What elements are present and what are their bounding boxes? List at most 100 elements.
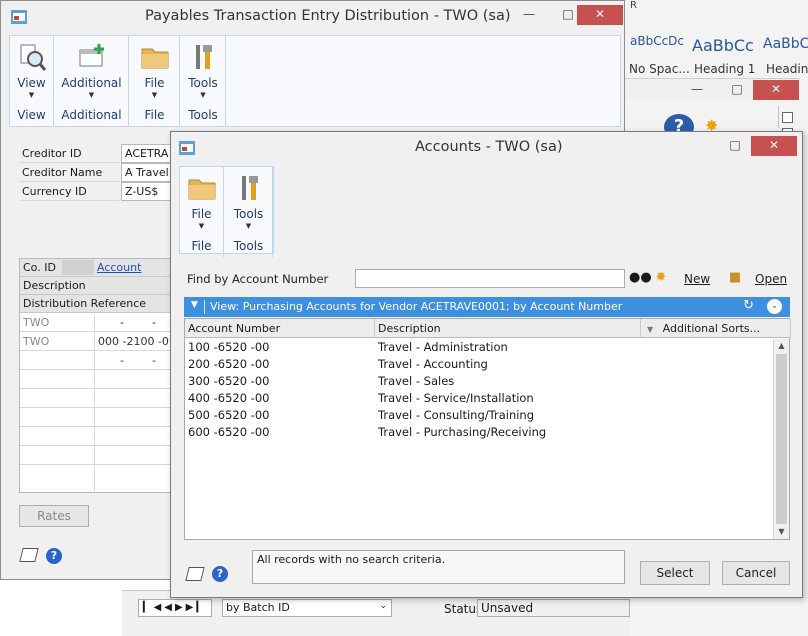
bg-minimize-icon[interactable]: — [683,80,711,100]
status-value: Unsaved [477,599,630,617]
distribution-reference-header: Distribution Reference [20,295,170,313]
divider [778,106,779,128]
scroll-down-icon[interactable]: ▼ [774,525,789,539]
ribbon-group-additional[interactable]: Additional ▼ Additional [55,36,129,126]
list-item[interactable]: 600 -6520 -00 Travel - Purchasing/Receivi… [185,425,775,442]
new-button[interactable]: New [684,272,710,286]
chevron-down-icon: ▼ [88,91,95,99]
list-scrollbar[interactable]: ▲ ▼ [773,339,789,539]
find-input[interactable] [355,269,625,288]
close-icon[interactable]: ✕ [577,5,623,25]
batch-sort-dropdown[interactable]: by Batch ID ⌄ [222,599,392,617]
folder-icon [141,48,168,69]
note-icon[interactable] [185,567,205,581]
record-navigation[interactable]: ▎◀◀▶▶▎ [138,599,212,617]
open-folder-icon[interactable]: ■ [727,270,743,286]
table-row[interactable]: - - [20,351,170,370]
table-row[interactable] [20,370,170,389]
list-item[interactable]: 100 -6520 -00 Travel - Administration [185,340,775,357]
column-account-number[interactable]: Account Number [185,319,375,338]
list-item[interactable]: 200 -6520 -00 Travel - Accounting [185,357,775,374]
ribbon-tools-label: Tools [233,207,264,221]
row-account: - - [120,316,156,329]
creditor-name-label: Creditor Name [19,163,119,182]
find-by-label: Find by Account Number [187,272,329,286]
view-bar[interactable]: ▼ View: Purchasing Accounts for Vendor A… [184,297,790,317]
divider [204,300,205,314]
account-link[interactable]: Account [97,261,141,274]
distribution-grid: Co. ID Account Description Distribution … [19,258,171,493]
checkbox-icon[interactable] [782,112,793,123]
collapse-icon[interactable]: ⌄ [767,299,782,314]
folder-icon [188,179,215,200]
ribbon-file-label: File [191,207,212,221]
add-window-icon [79,44,104,67]
accounts-ribbon: File ▼ File Tools ▼ Tools [179,166,274,257]
row-account: 000 -2100 -0 [98,335,169,348]
tools-icon [196,45,212,69]
new-document-icon[interactable]: ✸ [653,270,669,286]
style-preview-no-spacing[interactable]: aBbCcDc [630,34,684,48]
style-label-heading1: Heading 1 [694,62,756,76]
ribbon-group-file[interactable]: File ▼ File [180,167,224,257]
bg-close-icon[interactable]: ✕ [753,80,799,100]
note-icon[interactable] [19,548,39,562]
list-item[interactable]: 300 -6520 -00 Travel - Sales [185,374,775,391]
minimize-icon[interactable]: — [515,5,543,25]
chevron-down-icon: ▼ [198,222,205,230]
rates-button[interactable]: Rates [19,505,89,527]
row-description: Travel - Administration [378,340,508,354]
batch-sort-value: by Batch ID [226,601,290,614]
binoculars-icon[interactable]: ●● [629,270,652,286]
creditor-id-field[interactable]: ACETRA [121,144,176,163]
column-description[interactable]: Description [375,319,641,338]
currency-id-field[interactable]: Z-US$ [121,182,176,201]
bg-maximize-icon[interactable]: □ [723,80,751,100]
select-button[interactable]: Select [640,561,710,585]
maximize-icon[interactable]: □ [721,136,749,156]
accounts-titlebar: Accounts - TWO (sa) □ ✕ [171,132,802,164]
help-icon[interactable]: ? [46,548,62,564]
cancel-button[interactable]: Cancel [722,561,790,585]
ribbon-additional-caption: Additional [61,108,122,122]
accounts-title: Accounts - TWO (sa) [415,139,563,155]
close-icon[interactable]: ✕ [751,136,797,156]
table-row[interactable] [20,389,170,408]
ribbon-additional-label: Additional [61,76,122,90]
chevron-down-icon: ▼ [245,222,252,230]
lookup-icon[interactable] [62,260,94,275]
scroll-up-icon[interactable]: ▲ [774,339,789,353]
table-row[interactable] [20,427,170,446]
ribbon-group-view[interactable]: View ▼ View [10,36,54,126]
payables-ribbon: View ▼ View Additional ▼ Additional File… [9,35,621,127]
payables-title: Payables Transaction Entry Distribution … [145,8,511,24]
style-label-no-spacing: No Spac... [629,62,690,76]
row-account: 400 -6520 -00 [188,391,270,405]
scroll-thumb[interactable] [776,354,787,524]
refresh-icon[interactable]: ↻ [743,298,754,313]
additional-sorts-label: Additional Sorts... [662,322,761,335]
help-icon[interactable]: ? [212,566,228,582]
ribbon-group-file[interactable]: File ▼ File [130,36,180,126]
ribbon-group-tools[interactable]: Tools ▼ Tools [181,36,226,126]
chevron-down-icon[interactable]: ▼ [191,300,198,310]
list-item[interactable]: 500 -6520 -00 Travel - Consulting/Trainin… [185,408,775,425]
table-row[interactable] [20,408,170,427]
style-preview-heading1[interactable]: AaBbCc [692,36,754,55]
table-row[interactable] [20,446,170,465]
style-preview-heading2[interactable]: AaBbC [763,36,808,52]
row-description: Travel - Accounting [378,357,488,371]
column-additional-sorts[interactable]: ▼ Additional Sorts... [641,319,791,338]
row-account: - - [120,354,156,367]
tools-icon [241,176,258,200]
creditor-name-field[interactable]: A Travel [121,163,176,182]
chevron-down-icon: ▼ [28,91,35,99]
open-button[interactable]: Open [755,272,787,286]
ribbon-file-caption: File [144,108,165,122]
ribbon-group-tools[interactable]: Tools ▼ Tools [225,167,273,257]
table-row[interactable]: TWO - - [20,313,170,332]
table-row[interactable]: TWO 000 -2100 -0 [20,332,170,351]
search-message: All records with no search criteria. [252,550,625,584]
magnifier-document-icon [20,44,46,71]
list-item[interactable]: 400 -6520 -00 Travel - Service/Installati… [185,391,775,408]
